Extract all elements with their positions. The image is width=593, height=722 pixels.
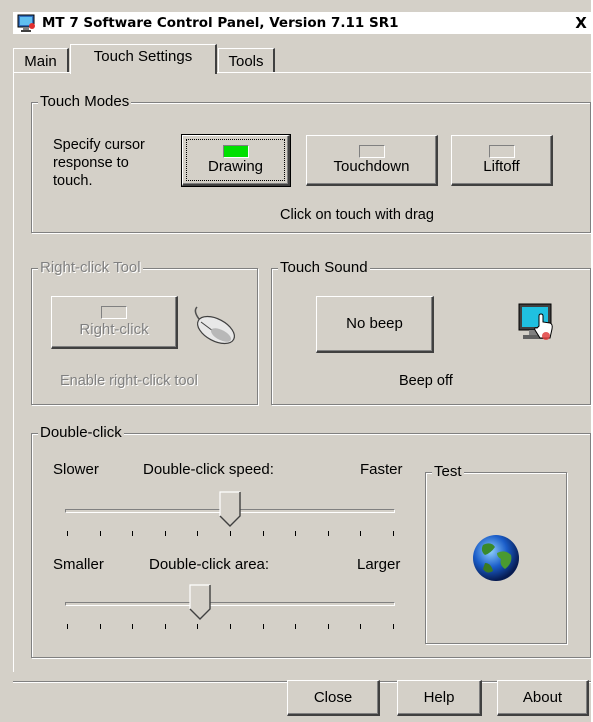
speed-max-label: Faster <box>360 461 403 478</box>
no-beep-label: No beep <box>346 315 403 332</box>
slider-tick <box>99 531 101 536</box>
area-slider-track <box>65 602 395 606</box>
slider-tick <box>67 624 68 629</box>
area-min-label: Smaller <box>53 556 104 573</box>
touch-modes-group: Touch Modes Specify cursor response to t… <box>31 93 591 233</box>
slider-tick <box>295 624 297 629</box>
slider-tick <box>164 624 166 629</box>
touchdown-indicator-led <box>358 145 385 158</box>
slider-tick <box>295 531 297 536</box>
area-max-label: Larger <box>357 556 401 573</box>
title-bar[interactable]: MT 7 Software Control Panel, Version 7.1… <box>13 12 593 34</box>
drawing-mode-button[interactable]: Drawing <box>181 134 291 187</box>
double-click-legend: Double-click <box>38 424 124 441</box>
slider-tick <box>164 531 166 536</box>
tab-tools-label: Tools <box>228 53 264 70</box>
area-slider-thumb[interactable] <box>189 584 211 620</box>
slider-tick <box>197 531 199 536</box>
test-legend: Test <box>432 463 464 480</box>
slider-tick <box>197 624 199 629</box>
tab-main[interactable]: Main <box>13 48 69 73</box>
speed-min-label: Slower <box>53 461 99 478</box>
touch-sound-group: Touch Sound No beep Beep off <box>271 259 591 405</box>
right-click-button-label: Right-click <box>79 321 149 338</box>
area-label: Double-click area: <box>149 556 270 573</box>
touch-sound-status: Beep off <box>399 373 453 389</box>
window-title: MT 7 Software Control Panel, Version 7.1… <box>42 15 399 31</box>
slider-tick <box>230 531 231 536</box>
touchdown-mode-button[interactable]: Touchdown <box>306 135 438 186</box>
slider-tick <box>262 624 264 629</box>
close-button[interactable]: Close <box>287 680 380 716</box>
slider-tick <box>132 531 134 536</box>
liftoff-indicator-led <box>488 145 515 158</box>
tab-touch-settings[interactable]: Touch Settings <box>70 44 217 74</box>
help-button[interactable]: Help <box>397 680 482 716</box>
touch-modes-description: Specify cursor response to touch. <box>53 136 145 190</box>
slider-tick <box>360 624 362 629</box>
right-click-tool-group: Right-click Tool Right-click Enable righ… <box>31 259 258 405</box>
right-click-legend: Right-click Tool <box>38 259 143 276</box>
description-line-2: response to <box>53 155 129 171</box>
slider-tick <box>132 624 134 629</box>
touchdown-mode-label: Touchdown <box>333 158 410 175</box>
tab-touch-settings-label: Touch Settings <box>93 48 193 65</box>
slider-tick <box>327 624 329 629</box>
touch-mode-status: Click on touch with drag <box>280 207 434 223</box>
touch-sound-legend: Touch Sound <box>278 259 370 276</box>
control-panel-window: MT 7 Software Control Panel, Version 7.1… <box>0 0 593 722</box>
globe-icon[interactable] <box>471 533 521 583</box>
no-beep-button[interactable]: No beep <box>316 296 434 353</box>
app-icon <box>17 14 35 32</box>
close-window-button[interactable]: X <box>571 13 591 33</box>
test-area[interactable]: Test <box>425 463 567 644</box>
description-line-1: Specify cursor <box>53 137 145 153</box>
about-button[interactable]: About <box>497 680 589 716</box>
tab-panel: Touch Modes Specify cursor response to t… <box>13 72 591 672</box>
speed-label: Double-click speed: <box>143 461 274 478</box>
close-button-label: Close <box>313 689 353 706</box>
right-click-button[interactable]: Right-click <box>51 296 178 349</box>
slider-tick <box>393 624 394 629</box>
touch-monitor-icon <box>518 303 553 340</box>
double-click-area-slider[interactable] <box>65 582 395 632</box>
slider-tick <box>67 531 68 536</box>
mouse-icon <box>194 306 235 345</box>
slider-tick <box>327 531 329 536</box>
speed-slider-thumb[interactable] <box>219 491 241 527</box>
right-click-indicator-led <box>101 306 127 319</box>
about-button-label: About <box>522 689 563 706</box>
focus-rect <box>186 139 285 181</box>
help-button-label: Help <box>423 689 455 706</box>
double-click-speed-slider[interactable] <box>65 489 395 539</box>
tab-main-label: Main <box>24 53 57 70</box>
right-click-status: Enable right-click tool <box>60 373 198 389</box>
slider-tick <box>230 624 231 629</box>
slider-tick <box>393 531 394 536</box>
slider-tick <box>262 531 264 536</box>
tab-tools[interactable]: Tools <box>218 48 275 73</box>
double-click-group: Double-click Slower Double-click speed: … <box>31 424 591 658</box>
touch-modes-legend: Touch Modes <box>38 93 132 110</box>
slider-tick <box>360 531 362 536</box>
description-line-3: touch. <box>53 173 93 189</box>
slider-tick <box>99 624 101 629</box>
liftoff-mode-label: Liftoff <box>483 158 520 175</box>
liftoff-mode-button[interactable]: Liftoff <box>451 135 553 186</box>
